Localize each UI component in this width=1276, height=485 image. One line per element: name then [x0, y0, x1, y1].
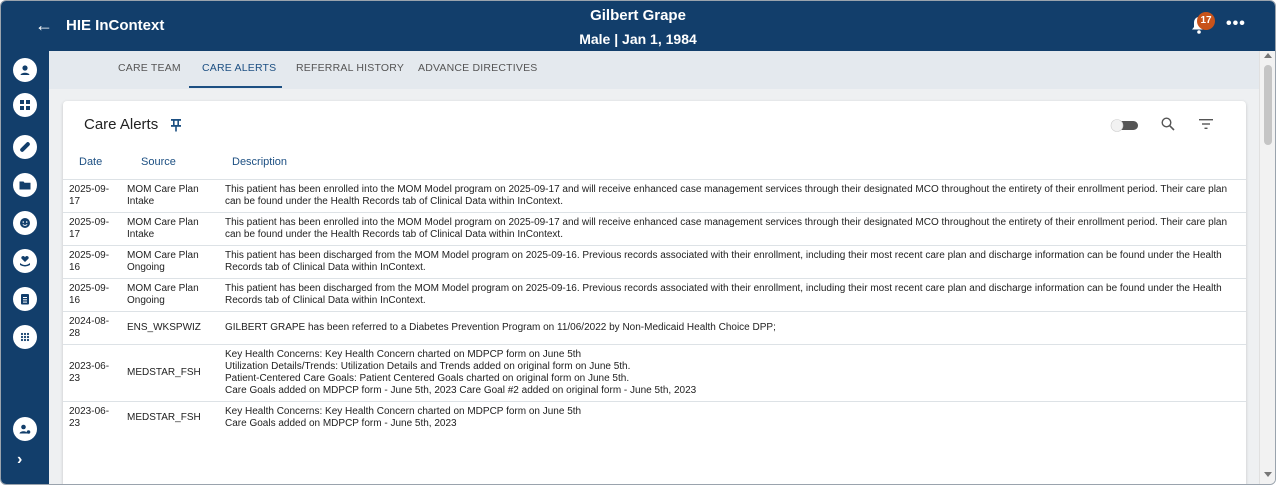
table-row[interactable]: 2023-06- 23 MEDSTAR_FSH Key Health Concern… [63, 401, 1246, 434]
tab-bar: CARE TEAM CARE ALERTS REFERRAL HISTORY A… [49, 51, 1259, 89]
row-description: This patient has been discharged from th… [225, 245, 1246, 279]
row-date: 2024-08- 28 [63, 311, 127, 345]
user-settings-icon[interactable] [13, 417, 37, 441]
row-description: This patient has been discharged from th… [225, 278, 1246, 312]
description-line: Utilization Details/Trends: Utilization … [225, 361, 631, 372]
toggle-switch[interactable] [1110, 118, 1140, 132]
scroll-down-arrow-icon[interactable] [1264, 472, 1272, 477]
dashboard-icon[interactable] [13, 93, 37, 117]
row-source: MOM Care Plan Intake [127, 212, 225, 246]
row-source: MOM Care Plan Ongoing [127, 278, 225, 312]
scrollbar-thumb[interactable] [1264, 65, 1272, 145]
row-description: Key Health Concerns: Key Health Concern … [225, 401, 1246, 434]
column-header-date[interactable]: Date [79, 156, 102, 168]
table-row[interactable]: 2024-08- 28 ENS_WKSPWIZ GILBERT GRAPE has … [63, 311, 1246, 345]
tab-referral-history[interactable]: REFERRAL HISTORY [296, 62, 404, 74]
clipboard-icon[interactable] [13, 287, 37, 311]
tab-care-team[interactable]: CARE TEAM [118, 62, 181, 74]
description-line: This patient has been discharged from th… [225, 250, 1222, 273]
row-date: 2023-06- 23 [63, 344, 127, 402]
tab-advance-directives[interactable]: ADVANCE DIRECTIVES [418, 62, 538, 74]
column-header-source[interactable]: Source [141, 156, 176, 168]
search-icon[interactable] [1160, 116, 1176, 132]
table-row[interactable]: 2023-06- 23 MEDSTAR_FSH Key Health Concern… [63, 344, 1246, 402]
description-line: This patient has been enrolled into the … [225, 217, 1228, 240]
row-source: ENS_WKSPWIZ [127, 311, 225, 345]
care-alerts-card: Care Alerts Date Source Description 2025… [63, 101, 1246, 484]
patient-banner: Gilbert Grape Male | Jan 1, 1984 [1, 7, 1275, 49]
pin-icon[interactable] [170, 118, 182, 132]
apps-grid-icon[interactable] [13, 325, 37, 349]
row-description: This patient has been enrolled into the … [225, 179, 1246, 213]
table-row[interactable]: 2025-09- 16 MOM Care Plan Ongoing This pat… [63, 278, 1246, 312]
row-description: This patient has been enrolled into the … [225, 212, 1246, 246]
row-date: 2023-06- 23 [63, 401, 127, 434]
row-description: GILBERT GRAPE has been referred to a Dia… [225, 311, 1246, 345]
row-source: MEDSTAR_FSH [127, 344, 225, 402]
row-source: MOM Care Plan Intake [127, 179, 225, 213]
active-tab-indicator [189, 86, 282, 88]
filter-icon[interactable] [1199, 118, 1213, 130]
user-icon[interactable] [13, 58, 37, 82]
row-date: 2025-09- 17 [63, 179, 127, 213]
row-source: MEDSTAR_FSH [127, 401, 225, 434]
row-date: 2025-09- 16 [63, 278, 127, 312]
medication-icon[interactable] [13, 135, 37, 159]
expand-sidebar-chevron-icon[interactable]: › [17, 451, 22, 469]
tab-care-alerts[interactable]: CARE ALERTS [202, 62, 276, 74]
row-date: 2025-09- 17 [63, 212, 127, 246]
top-bar: ← HIE InContext Gilbert Grape Male | Jan… [1, 1, 1275, 51]
care-alerts-table: 2025-09- 17 MOM Care Plan Intake This pati… [63, 179, 1246, 434]
more-options-icon[interactable]: ••• [1226, 15, 1246, 33]
vertical-scrollbar[interactable] [1259, 51, 1275, 484]
face-icon[interactable] [13, 211, 37, 235]
table-row[interactable]: 2025-09- 16 MOM Care Plan Ongoing This pat… [63, 245, 1246, 279]
patient-name: Gilbert Grape [590, 7, 686, 24]
description-line: Care Goals added on MDPCP form - June 5t… [225, 385, 697, 396]
description-line: GILBERT GRAPE has been referred to a Dia… [225, 322, 776, 333]
description-line: Patient-Centered Care Goals: Patient Cen… [225, 373, 630, 384]
card-title: Care Alerts [84, 116, 159, 133]
description-line: Key Health Concerns: Key Health Concern … [225, 349, 582, 360]
care-alerts-table-body: 2025-09- 17 MOM Care Plan Intake This pati… [63, 179, 1246, 434]
table-row[interactable]: 2025-09- 17 MOM Care Plan Intake This pati… [63, 212, 1246, 246]
patient-demographics: Male | Jan 1, 1984 [579, 31, 697, 47]
scroll-up-arrow-icon[interactable] [1264, 53, 1272, 58]
notification-count-badge: 17 [1197, 12, 1215, 30]
column-header-description[interactable]: Description [232, 156, 287, 168]
description-line: This patient has been enrolled into the … [225, 184, 1228, 207]
row-source: MOM Care Plan Ongoing [127, 245, 225, 279]
row-description: Key Health Concerns: Key Health Concern … [225, 344, 1246, 402]
heart-hand-icon[interactable] [13, 249, 37, 273]
app-window: ← HIE InContext Gilbert Grape Male | Jan… [0, 0, 1276, 485]
sidebar: › [1, 51, 49, 484]
description-line: Key Health Concerns: Key Health Concern … [225, 406, 582, 417]
folder-icon[interactable] [13, 173, 37, 197]
row-date: 2025-09- 16 [63, 245, 127, 279]
description-line: Care Goals added on MDPCP form - June 5t… [225, 418, 457, 429]
description-line: This patient has been discharged from th… [225, 283, 1222, 306]
table-row[interactable]: 2025-09- 17 MOM Care Plan Intake This pati… [63, 179, 1246, 213]
